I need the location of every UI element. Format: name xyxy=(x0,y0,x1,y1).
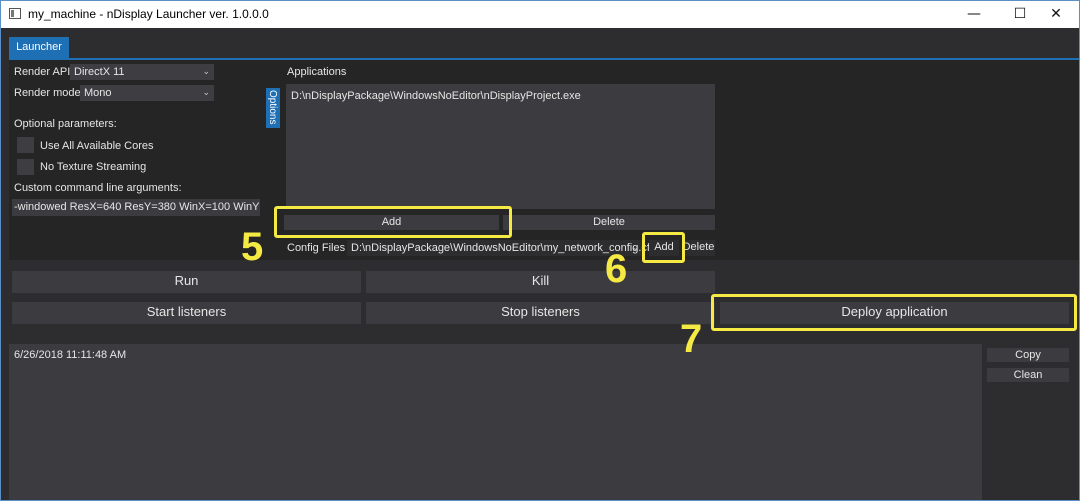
render-api-label: Render API xyxy=(14,66,71,78)
start-listeners-button[interactable]: Start listeners xyxy=(12,302,361,324)
tab-launcher[interactable]: Launcher xyxy=(9,37,69,59)
render-mode-select[interactable]: Mono ⌄ xyxy=(80,85,214,101)
use-all-cores-label: Use All Available Cores xyxy=(40,140,154,152)
highlight-box-5 xyxy=(274,206,512,238)
delete-application-button[interactable]: Delete xyxy=(503,215,715,230)
custom-args-input[interactable]: -windowed ResX=640 ResY=380 WinX=100 Win… xyxy=(12,199,260,216)
optional-parameters-heading: Optional parameters: xyxy=(14,118,117,130)
chevron-down-icon: ⌄ xyxy=(631,243,639,253)
render-mode-value: Mono xyxy=(84,87,112,99)
copy-log-button[interactable]: Copy xyxy=(987,348,1069,362)
tab-strip: Launcher xyxy=(1,28,1079,60)
log-line: 6/26/2018 11:11:48 AM xyxy=(14,349,127,361)
render-api-select[interactable]: DirectX 11 ⌄ xyxy=(70,64,214,80)
config-files-select[interactable]: D:\nDisplayPackage\WindowsNoEditor\my_ne… xyxy=(347,240,656,256)
callout-number-6: 6 xyxy=(605,247,628,291)
callout-number-5: 5 xyxy=(241,225,264,269)
close-button[interactable]: ✕ xyxy=(1033,1,1079,28)
highlight-box-6 xyxy=(642,232,685,263)
run-button[interactable]: Run xyxy=(12,271,361,293)
callout-number-7: 7 xyxy=(680,317,703,361)
stop-listeners-button[interactable]: Stop listeners xyxy=(366,302,715,324)
minimize-button[interactable]: — xyxy=(951,1,997,28)
render-api-value: DirectX 11 xyxy=(74,66,125,78)
client-area: Launcher Render API DirectX 11 ⌄ Render … xyxy=(1,28,1079,500)
applications-label: Applications xyxy=(287,66,347,78)
config-files-label: Config Files xyxy=(287,242,346,254)
chevron-down-icon: ⌄ xyxy=(202,67,210,77)
custom-args-label: Custom command line arguments: xyxy=(14,182,182,194)
applications-list[interactable]: D:\nDisplayPackage\WindowsNoEditor\nDisp… xyxy=(286,84,715,209)
kill-button[interactable]: Kill xyxy=(366,271,715,293)
app-window: my_machine - nDisplay Launcher ver. 1.0.… xyxy=(0,0,1080,501)
list-item[interactable]: D:\nDisplayPackage\WindowsNoEditor\nDisp… xyxy=(291,90,581,102)
options-side-tab-label: Options xyxy=(267,90,278,125)
render-mode-label: Render mode xyxy=(14,87,81,99)
title-bar[interactable]: my_machine - nDisplay Launcher ver. 1.0.… xyxy=(1,1,1079,28)
chevron-down-icon: ⌄ xyxy=(202,88,210,98)
app-icon xyxy=(9,8,21,19)
log-output[interactable]: 6/26/2018 11:11:48 AM xyxy=(9,344,982,500)
use-all-cores-checkbox[interactable] xyxy=(17,137,34,153)
window-title: my_machine - nDisplay Launcher ver. 1.0.… xyxy=(28,7,269,21)
no-texture-streaming-checkbox[interactable] xyxy=(17,159,34,175)
options-side-tab[interactable]: Options xyxy=(266,88,280,128)
delete-config-button[interactable]: Delete xyxy=(682,240,715,256)
no-texture-streaming-label: No Texture Streaming xyxy=(40,161,147,173)
highlight-box-7 xyxy=(711,294,1077,331)
clean-log-button[interactable]: Clean xyxy=(987,368,1069,382)
